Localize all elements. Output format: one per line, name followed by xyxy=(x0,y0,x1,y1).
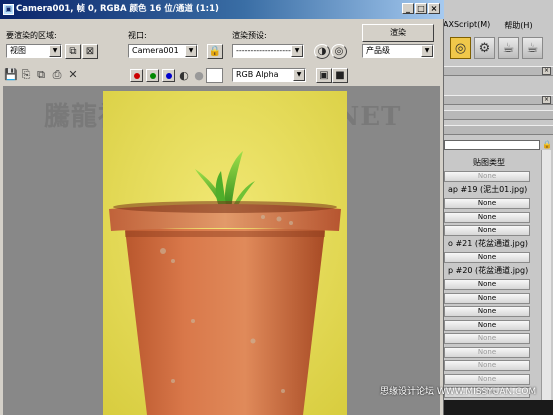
title-bar[interactable]: ▣ Camera001, 帧 0, RGBA 颜色 16 位/通道 (1:1) … xyxy=(0,0,444,19)
red-channel-toggle[interactable] xyxy=(130,69,143,82)
preset-dropdown[interactable]: ------------------- ▼ xyxy=(232,44,304,58)
save-icon[interactable]: 💾 xyxy=(4,68,18,82)
copy-icon[interactable]: ⎘ xyxy=(19,68,33,82)
rollout-bar[interactable]: × xyxy=(443,66,553,76)
chevron-down-icon: ▼ xyxy=(49,45,61,57)
preset-label: 渲染预设: xyxy=(232,31,267,40)
map-slot-button[interactable]: None xyxy=(444,252,530,263)
render-viewport[interactable]: 騰龍視覺WWW.TLV1.NET xyxy=(3,86,440,415)
map-slot-button[interactable]: None xyxy=(444,211,530,223)
viewport-dropdown[interactable]: Camera001 ▼ xyxy=(128,44,198,58)
map-slot-button[interactable]: None xyxy=(444,306,530,317)
channel-value: RGB Alpha xyxy=(236,70,279,79)
auto-region-icon[interactable]: ⊠ xyxy=(82,44,98,59)
flowerpot-render xyxy=(103,91,347,415)
display-toggle-icon[interactable]: ▣ xyxy=(316,68,332,83)
map-name-field[interactable] xyxy=(444,140,540,150)
render-button[interactable]: 渲染 xyxy=(362,24,434,42)
green-dot-icon xyxy=(150,73,156,79)
map-slot-button[interactable]: None xyxy=(444,360,530,371)
chevron-down-icon: ▼ xyxy=(291,45,303,57)
scrollbar[interactable] xyxy=(541,150,551,400)
mono-channel-icon[interactable]: ● xyxy=(192,69,206,83)
clone-icon[interactable]: ⧉ xyxy=(34,68,48,82)
rollout-bar[interactable]: × xyxy=(443,95,553,105)
color-swatch[interactable] xyxy=(206,68,223,83)
close-button[interactable]: × xyxy=(428,3,440,14)
chevron-down-icon: ▼ xyxy=(421,45,433,57)
green-channel-toggle[interactable] xyxy=(146,69,159,82)
lock-icon[interactable]: 🔒 xyxy=(542,140,552,150)
frame-toolbar: 💾 ⎘ ⧉ ⎙ ✕ ◐ ● RGB Alpha ▼ ▣ ■ xyxy=(0,66,440,84)
map-slot-button[interactable]: None xyxy=(444,292,530,304)
channel-dropdown[interactable]: RGB Alpha ▼ xyxy=(232,68,306,82)
pot-body xyxy=(125,229,325,415)
area-value: 视图 xyxy=(10,46,26,55)
alpha-channel-icon[interactable]: ◐ xyxy=(177,69,191,83)
render-frame-icon: ▣ xyxy=(3,4,14,15)
close-icon[interactable]: × xyxy=(542,96,551,104)
print-icon[interactable]: ⎙ xyxy=(50,68,64,82)
main-menu: AXScript(M) 帮助(H) xyxy=(443,20,533,32)
map-slot-label: ap #19 (泥土01.jpg) xyxy=(448,184,528,194)
environment-icon[interactable]: ◎ xyxy=(331,44,347,59)
menu-item-help[interactable]: 帮助(H) xyxy=(504,20,532,32)
preset-value: ------------------- xyxy=(236,46,291,55)
black-background-icon[interactable]: ■ xyxy=(332,68,348,83)
close-icon[interactable]: × xyxy=(542,67,551,75)
map-slot-button[interactable]: None xyxy=(444,346,530,358)
lock-icon[interactable]: 🔒 xyxy=(207,44,223,59)
area-label: 要渲染的区域: xyxy=(6,31,57,40)
rendered-image xyxy=(103,91,347,415)
map-slot-button[interactable]: None xyxy=(444,279,530,290)
map-slot-button[interactable]: None xyxy=(444,225,530,236)
red-dot-icon xyxy=(134,73,140,79)
quick-render-icon[interactable]: ☕ xyxy=(522,37,543,59)
chevron-down-icon: ▼ xyxy=(185,45,197,57)
map-slot-button[interactable]: None xyxy=(444,373,530,385)
pot-opening xyxy=(113,201,337,213)
forum-credit: 思缘设计论坛 WWW.MISSYUAN.COM xyxy=(380,387,537,397)
main-toolbar: ◎ ⚙ ☕ ☕ xyxy=(440,34,553,62)
material-editor-icon[interactable]: ◎ xyxy=(450,37,471,59)
clear-icon[interactable]: ✕ xyxy=(66,68,80,82)
rollout-bar[interactable] xyxy=(443,110,553,120)
render-mode-dropdown[interactable]: 产品级 ▼ xyxy=(362,44,434,58)
maximize-button[interactable]: □ xyxy=(415,3,427,14)
map-slot-label: o #21 (花盆通道.jpg) xyxy=(448,238,529,248)
rendered-frame-window: ▣ Camera001, 帧 0, RGBA 颜色 16 位/通道 (1:1) … xyxy=(0,0,444,415)
render-teapot-icon[interactable]: ☕ xyxy=(498,37,519,59)
render-setup-icon[interactable]: ⚙ xyxy=(474,37,495,59)
viewport-value: Camera001 xyxy=(132,46,179,55)
menu-item-maxscript[interactable]: AXScript(M) xyxy=(443,20,490,32)
status-bar xyxy=(436,400,553,415)
chevron-down-icon: ▼ xyxy=(293,69,305,81)
map-slot-label: p #20 (花盆通道.jpg) xyxy=(448,265,529,275)
map-slot-button[interactable]: None xyxy=(444,319,530,331)
area-dropdown[interactable]: 视图 ▼ xyxy=(6,44,62,58)
minimize-button[interactable]: _ xyxy=(402,3,414,14)
map-type-header: 贴图类型 xyxy=(473,158,505,167)
edit-region-icon[interactable]: ⧉ xyxy=(65,44,81,59)
render-setup-icon[interactable]: ◑ xyxy=(314,44,330,59)
map-slot-button[interactable]: None xyxy=(444,333,530,344)
map-slot-button[interactable]: None xyxy=(444,171,530,182)
rim-shadow xyxy=(125,231,325,237)
blue-channel-toggle[interactable] xyxy=(162,69,175,82)
blue-dot-icon xyxy=(166,73,172,79)
window-title: Camera001, 帧 0, RGBA 颜色 16 位/通道 (1:1) xyxy=(16,4,219,14)
map-slot-button[interactable]: None xyxy=(444,198,530,209)
rollout-bar[interactable] xyxy=(443,125,553,135)
render-mode-value: 产品级 xyxy=(366,46,390,55)
viewport-label: 视口: xyxy=(128,31,147,40)
